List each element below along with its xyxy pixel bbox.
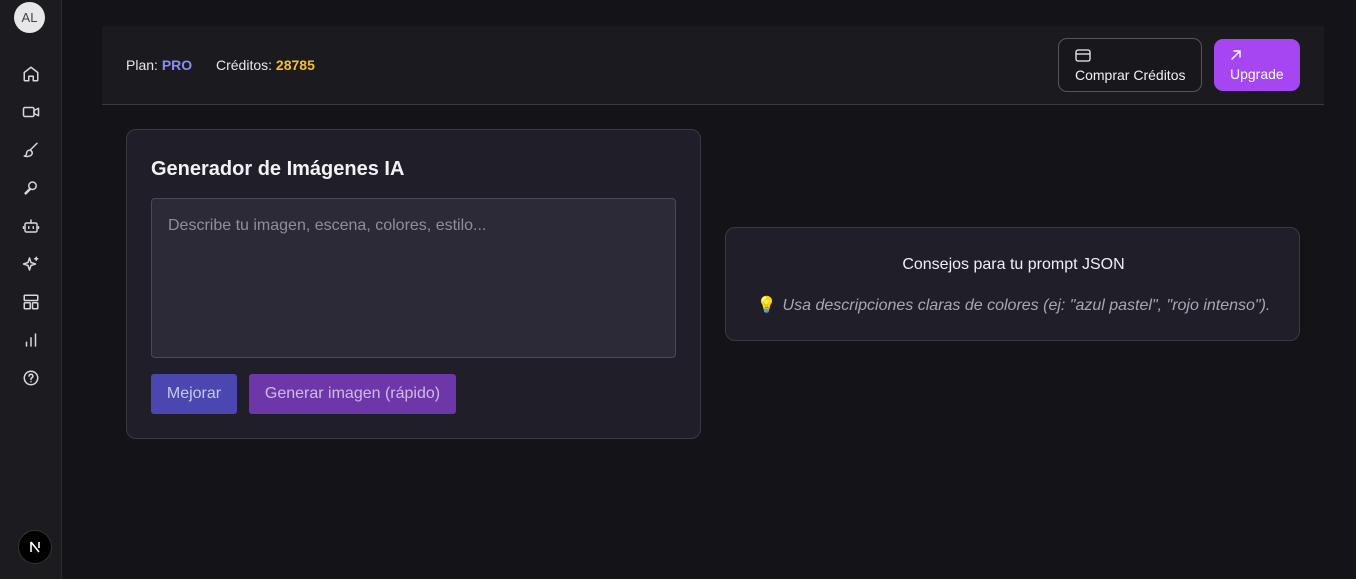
nextjs-logo-icon[interactable]: [18, 530, 52, 564]
brush-icon[interactable]: [20, 139, 42, 161]
microphone-icon[interactable]: [20, 177, 42, 199]
avatar[interactable]: AL: [14, 2, 45, 33]
tips-text-content: Usa descripciones claras de colores (ej:…: [782, 297, 1271, 314]
plan-info: Plan: PRO: [126, 57, 192, 73]
image-generator-card: Generador de Imágenes IA Mejorar Generar…: [126, 129, 701, 439]
upgrade-label: Upgrade: [1230, 66, 1284, 82]
video-icon[interactable]: [20, 101, 42, 123]
generator-title: Generador de Imágenes IA: [151, 158, 405, 180]
credits-info: Créditos: 28785: [216, 57, 315, 73]
tips-title: Consejos para tu prompt JSON: [902, 256, 1125, 273]
home-icon[interactable]: [20, 63, 42, 85]
prompt-input[interactable]: [151, 198, 676, 358]
generate-image-button[interactable]: Generar imagen (rápido): [249, 374, 456, 414]
buy-credits-button[interactable]: Comprar Créditos: [1058, 38, 1202, 92]
plan-label: Plan:: [126, 57, 158, 73]
credit-card-icon: [1075, 49, 1091, 62]
bot-icon[interactable]: [20, 215, 42, 237]
arrow-up-right-icon: [1231, 50, 1241, 60]
tips-card: Consejos para tu prompt JSON 💡 Usa descri…: [725, 227, 1300, 341]
improve-button[interactable]: Mejorar: [151, 374, 237, 414]
credits-label: Créditos:: [216, 57, 273, 73]
tips-text: 💡 Usa descripciones claras de colores (ej…: [726, 295, 1301, 315]
lightbulb-icon: 💡: [756, 297, 777, 314]
top-bar: Plan: PRO Créditos: 28785 Comprar Crédit…: [102, 26, 1324, 105]
plan-value: PRO: [161, 57, 193, 73]
sparkles-icon[interactable]: [20, 253, 42, 275]
layout-icon[interactable]: [20, 291, 42, 313]
credits-value: 28785: [275, 57, 315, 73]
upgrade-button[interactable]: Upgrade: [1214, 39, 1300, 91]
chart-icon[interactable]: [20, 329, 42, 351]
sidebar: AL: [0, 0, 62, 579]
help-icon[interactable]: [20, 367, 42, 389]
buy-credits-label: Comprar Créditos: [1075, 67, 1186, 83]
